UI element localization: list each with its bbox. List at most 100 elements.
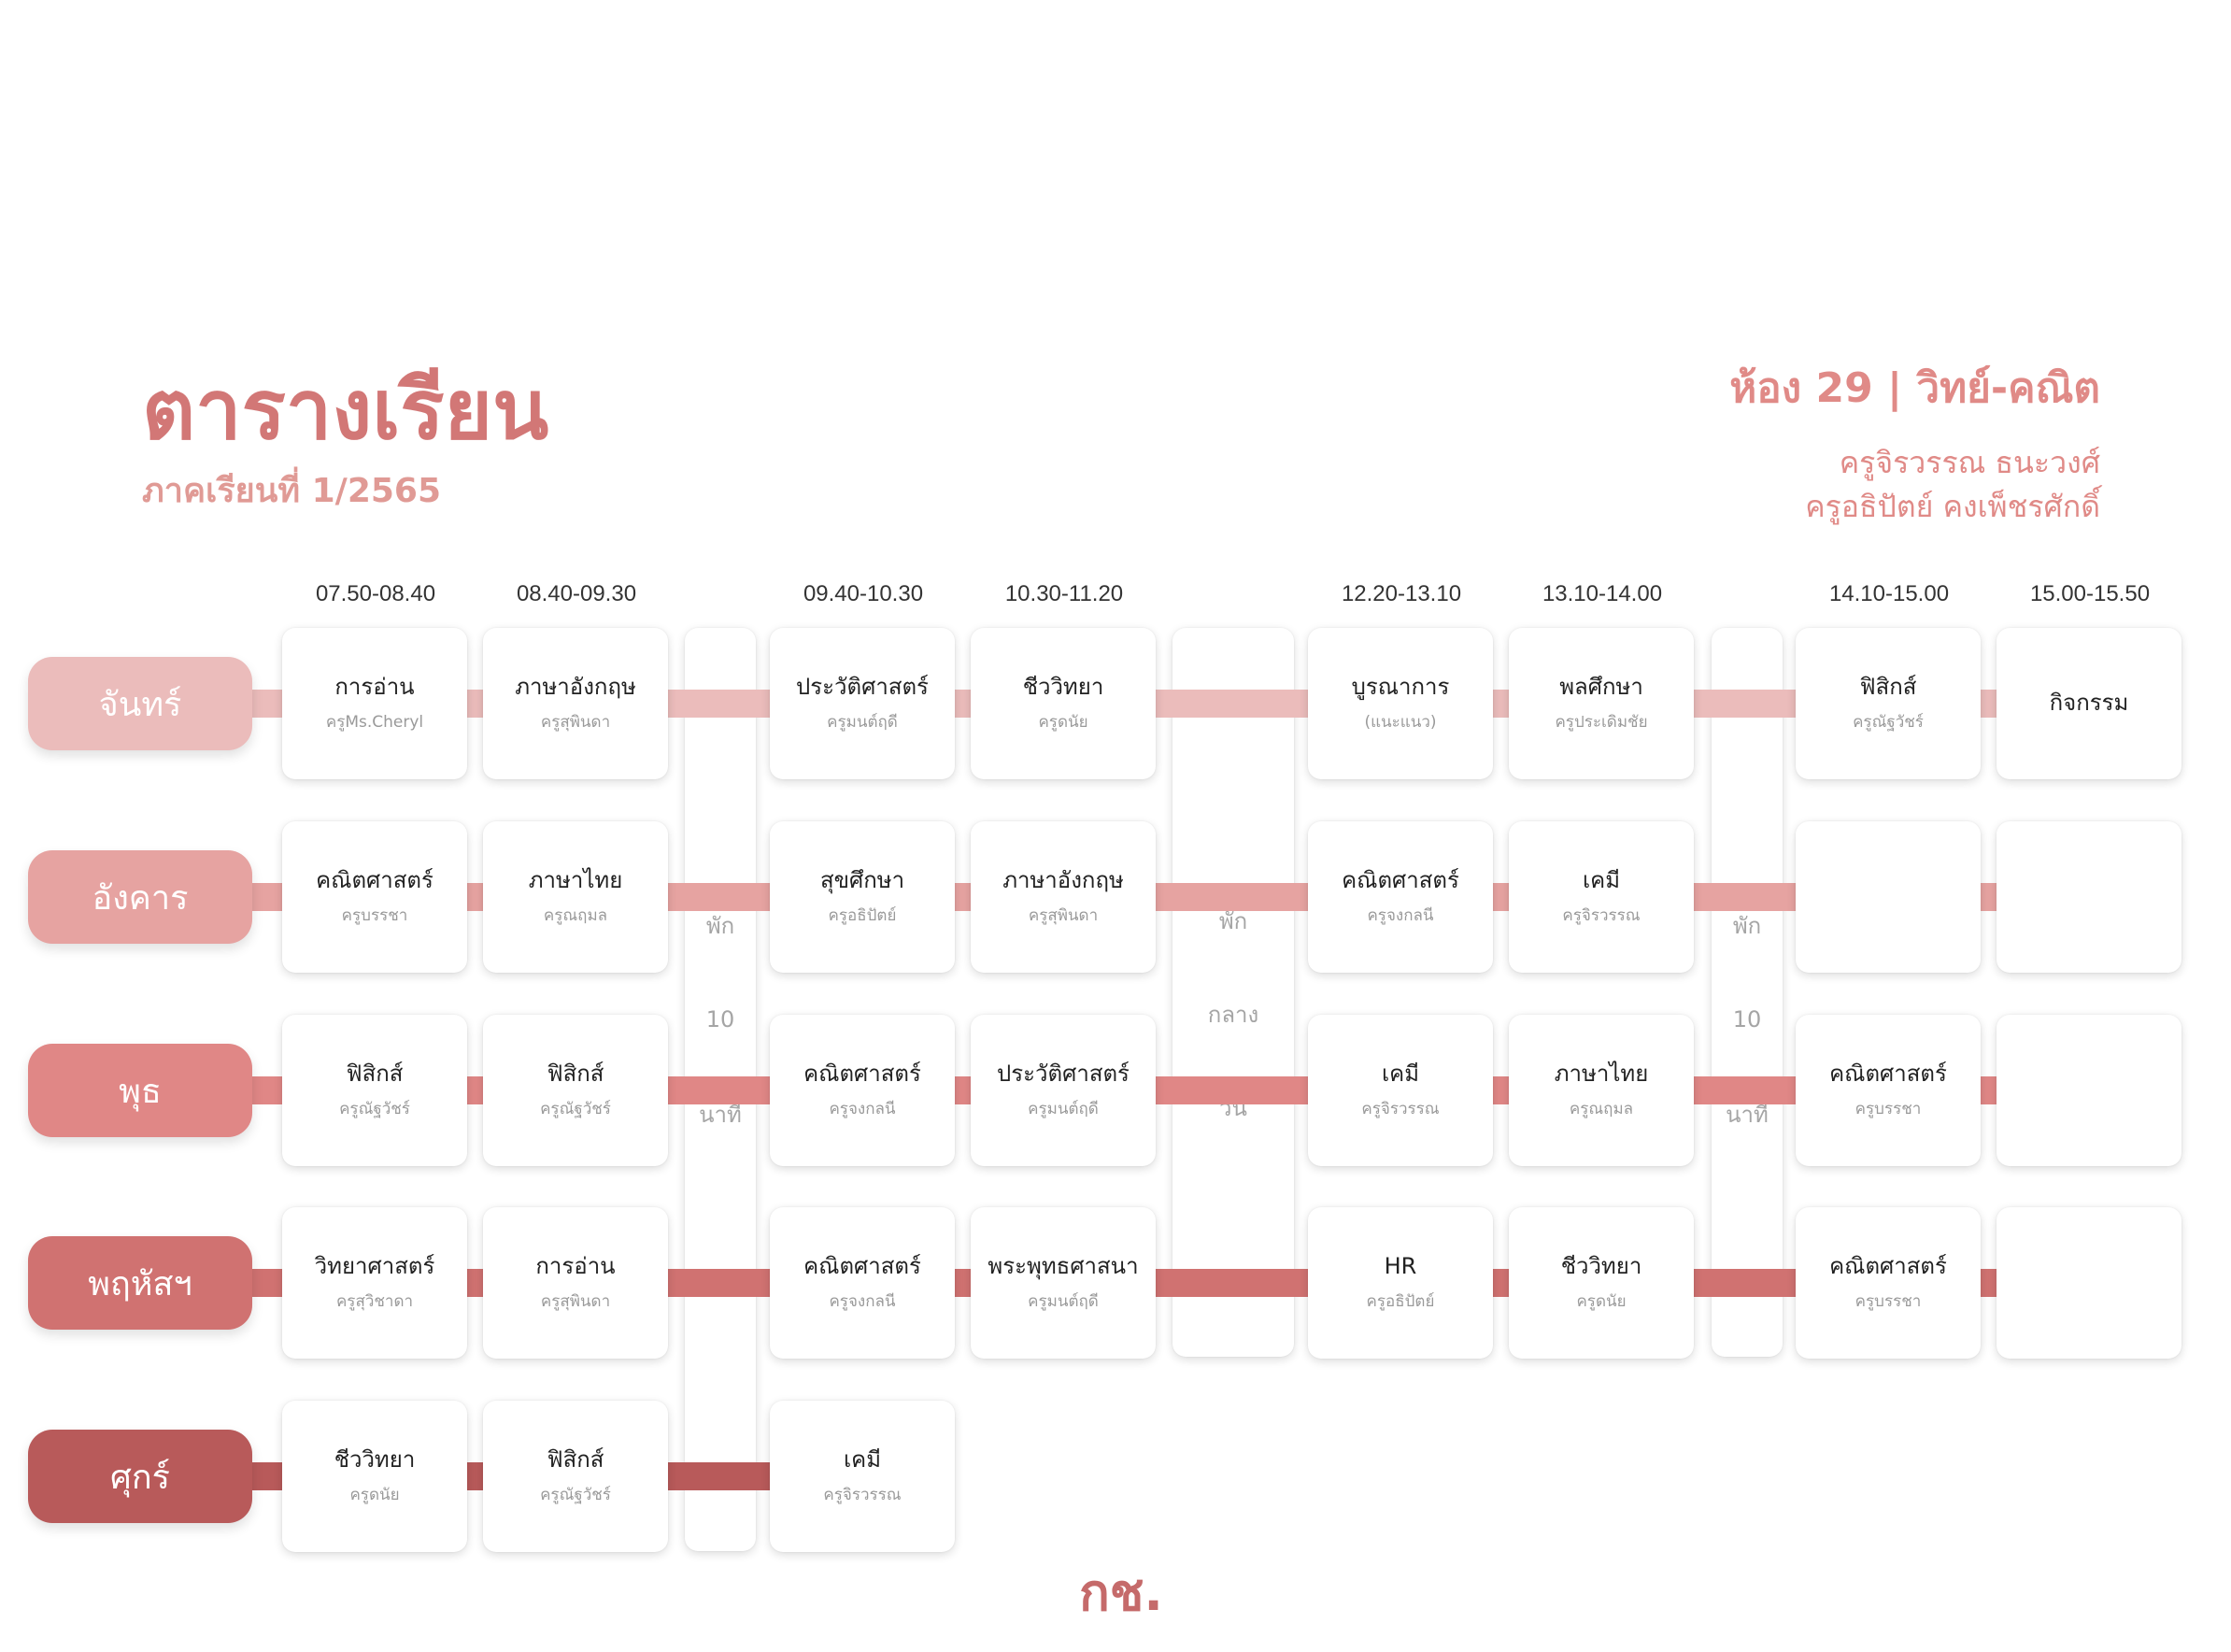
homeroom-teacher-1: ครูจิรวรรณ ธนะวงศ์ xyxy=(1839,445,2100,480)
teacher-name: ครูจิรวรรณ xyxy=(1361,1100,1440,1119)
afternoon-break-text-1: พัก xyxy=(1732,913,1762,939)
afternoon-break-text-2: 10 xyxy=(1732,1006,1762,1032)
morning-break-text-2: 10 xyxy=(705,1006,735,1032)
class-card: คณิตศาสตร์ครูบรรชา xyxy=(1796,1015,1981,1166)
afternoon-break-text-3: นาที xyxy=(1726,1102,1769,1128)
teacher-name: ครูดนัย xyxy=(1038,713,1088,733)
subject-name: ภาษาไทย xyxy=(1554,1060,1649,1087)
class-card xyxy=(1997,821,2181,973)
class-card: ชีววิทยาครูดนัย xyxy=(971,628,1156,779)
subject-name: ชีววิทยา xyxy=(1560,1252,1642,1279)
day-label: พฤหัสฯ xyxy=(28,1236,252,1330)
subject-name: ภาษาอังกฤษ xyxy=(1002,866,1124,893)
teacher-name: ครูอธิปัตย์ xyxy=(828,906,897,926)
class-card: สุขศึกษาครูอธิปัตย์ xyxy=(770,821,955,973)
time-slot-1: 07.50-08.40 xyxy=(315,581,436,606)
day-label: จันทร์ xyxy=(28,657,252,750)
teacher-name: ครูบรรชา xyxy=(341,906,408,926)
subject-name: การอ่าน xyxy=(535,1252,616,1279)
subject-name: HR xyxy=(1384,1252,1417,1279)
subject-name: คณิตศาสตร์ xyxy=(1829,1060,1947,1087)
lunch-break-text-1: พัก xyxy=(1218,908,1248,934)
teacher-name: ครูดนัย xyxy=(349,1486,400,1505)
class-card: คณิตศาสตร์ ครูจงกลนี xyxy=(770,1207,955,1359)
class-card: HR ครูอธิปัตย์ xyxy=(1308,1207,1493,1359)
teacher-name: ครูมนต์ฤดี xyxy=(827,713,898,733)
teacher-name: ครูสุพินดา xyxy=(540,1292,611,1312)
subject-name: คณิตศาสตร์ xyxy=(316,866,433,893)
subject-name: ประวัติศาสตร์ xyxy=(796,673,929,700)
class-card: ประวัติศาสตร์ครูมนต์ฤดี xyxy=(971,1015,1156,1166)
time-slot-5: 12.20-13.10 xyxy=(1341,581,1462,606)
class-card: พระพุทธศาสนา ครูมนต์ฤดี xyxy=(971,1207,1156,1359)
afternoon-break-column xyxy=(1712,628,1783,1357)
page-title: ตารางเรียน xyxy=(142,362,549,458)
class-card: ภาษาไทย ครูณฤมล xyxy=(483,821,668,973)
teacher-name: ครูสุวิชาดา xyxy=(335,1292,414,1312)
class-card: คณิตศาสตร์ครูบรรชา xyxy=(282,821,467,973)
class-card: ฟิสิกส์ครูณัฐวัชร์ xyxy=(483,1015,668,1166)
teacher-name: ครูจงกลนี xyxy=(1367,906,1434,926)
time-slot-3: 09.40-10.30 xyxy=(803,581,924,606)
teacher-name: (แนะแนว) xyxy=(1364,713,1437,733)
day-label: อังคาร xyxy=(28,850,252,944)
teacher-name: ครูจงกลนี xyxy=(829,1292,896,1312)
day-label: พุธ xyxy=(28,1044,252,1137)
teacher-name: ครูณฤมล xyxy=(1569,1100,1634,1119)
teacher-name: ครูบรรชา xyxy=(1854,1292,1922,1312)
class-card: ภาษาไทยครูณฤมล xyxy=(1509,1015,1694,1166)
class-card: กิจกรรม xyxy=(1997,628,2181,779)
class-card: พลศึกษา ครูประเดิมชัย xyxy=(1509,628,1694,779)
subject-name: ชีววิทยา xyxy=(334,1446,416,1473)
class-card: ประวัติศาสตร์ครูมนต์ฤดี xyxy=(770,628,955,779)
class-card xyxy=(1997,1207,2181,1359)
homeroom-teacher-2: ครูอธิปัตย์ คงเพ็ชรศักดิ์ xyxy=(1805,489,2100,524)
subject-name: ชีววิทยา xyxy=(1022,673,1104,700)
class-card: การอ่านครูสุพินดา xyxy=(483,1207,668,1359)
class-card xyxy=(1796,821,1981,973)
subject-name: พระพุทธศาสนา xyxy=(988,1252,1139,1279)
class-card: ชีววิทยาครูดนัย xyxy=(282,1401,467,1552)
subject-name: ประวัติศาสตร์ xyxy=(997,1060,1130,1087)
subject-name: วิทยาศาสตร์ xyxy=(314,1252,435,1279)
subject-name: ฟิสิกส์ xyxy=(547,1060,604,1087)
class-card: ฟิสิกส์ครูณัฐวัชร์ xyxy=(282,1015,467,1166)
time-slot-7: 14.10-15.00 xyxy=(1828,581,1950,606)
morning-break-text-1: พัก xyxy=(705,913,735,939)
class-card: เคมี ครูจิรวรรณ xyxy=(1509,821,1694,973)
teacher-name: ครูบรรชา xyxy=(1854,1100,1922,1119)
class-card: ฟิสิกส์ครูณัฐวัชร์ xyxy=(483,1401,668,1552)
subject-name: คณิตศาสตร์ xyxy=(803,1060,921,1087)
class-card: การอ่าน ครูMs.Cheryl xyxy=(282,628,467,779)
teacher-name: ครูณัฐวัชร์ xyxy=(339,1100,410,1119)
footer-logo: กช. xyxy=(1079,1563,1163,1622)
teacher-name: ครูอธิปัตย์ xyxy=(1366,1292,1435,1312)
subject-name: ฟิสิกส์ xyxy=(547,1446,604,1473)
class-card: เคมี ครูจิรวรรณ xyxy=(1308,1015,1493,1166)
room-label: ห้อง 29 | วิทย์-คณิต xyxy=(1729,364,2100,412)
teacher-name: ครูสุพินดา xyxy=(1028,906,1099,926)
subject-name: ฟิสิกส์ xyxy=(346,1060,404,1087)
subject-name: บูรณาการ xyxy=(1351,673,1450,700)
subject-name: เคมี xyxy=(1582,866,1621,893)
time-slot-4: 10.30-11.20 xyxy=(1004,581,1124,606)
subject-name: สุขศึกษา xyxy=(819,866,905,893)
subject-name: คณิตศาสตร์ xyxy=(1829,1252,1947,1279)
class-card: คณิตศาสตร์ครูจงกลนี xyxy=(770,1015,955,1166)
teacher-name: ครูณัฐวัชร์ xyxy=(540,1486,611,1505)
subject-name: คณิตศาสตร์ xyxy=(1342,866,1459,893)
morning-break-text-3: นาที xyxy=(699,1102,742,1128)
class-card: เคมี ครูจิรวรรณ xyxy=(770,1401,955,1552)
teacher-name: ครูณัฐวัชร์ xyxy=(540,1100,611,1119)
class-card xyxy=(1997,1015,2181,1166)
subject-name: ฟิสิกส์ xyxy=(1859,673,1917,700)
class-card: คณิตศาสตร์ครูบรรชา xyxy=(1796,1207,1981,1359)
teacher-name: ครูMs.Cheryl xyxy=(325,713,424,733)
teacher-name: ครูประเดิมชัย xyxy=(1555,713,1648,733)
teacher-name: ครูจงกลนี xyxy=(829,1100,896,1119)
lunch-break-text-2: กลาง xyxy=(1207,1002,1259,1028)
teacher-name: ครูมนต์ฤดี xyxy=(1028,1100,1099,1119)
teacher-name: ครูจิรวรรณ xyxy=(823,1486,902,1505)
class-card: วิทยาศาสตร์ครูสุวิชาดา xyxy=(282,1207,467,1359)
semester-subtitle: ภาคเรียนที่ 1/2565 xyxy=(142,472,442,510)
